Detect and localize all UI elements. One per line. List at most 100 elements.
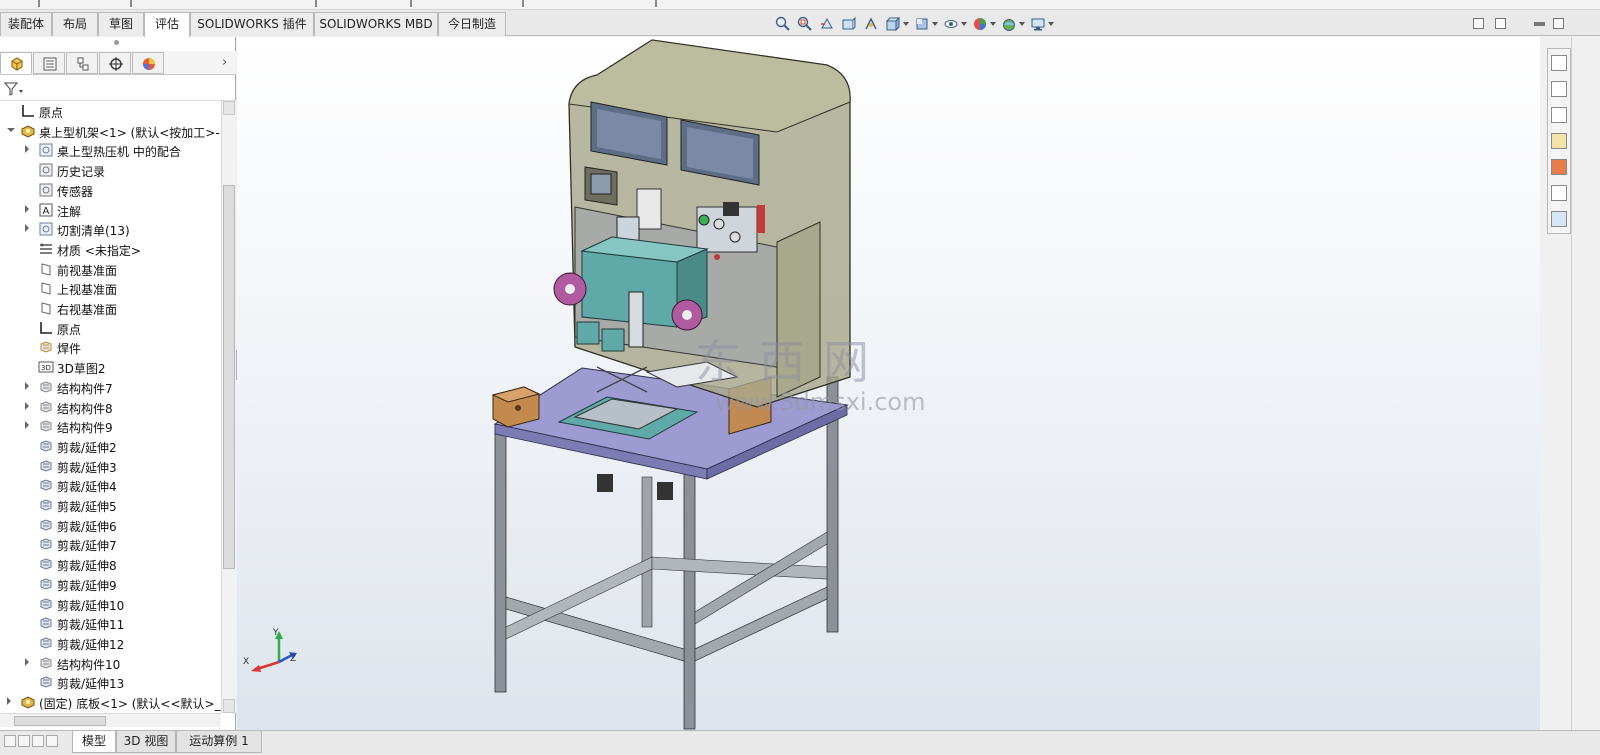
view-orientation-icon[interactable] xyxy=(885,16,901,32)
tree-item[interactable]: 剪裁/延伸7 xyxy=(0,534,221,554)
graphics-area[interactable]: 东西网 www.3dmsxi.com xyxy=(237,37,1540,730)
chevron-right-icon[interactable] xyxy=(25,421,29,430)
tree-item[interactable]: 剪裁/延伸9 xyxy=(0,574,221,594)
tree-item[interactable]: 焊件 xyxy=(0,337,221,357)
chevron-down-icon[interactable] xyxy=(1048,22,1054,26)
panel-grip-icon[interactable] xyxy=(114,40,119,45)
dimxpert-manager-tab[interactable] xyxy=(99,52,131,74)
tree-item[interactable]: 剪裁/延伸6 xyxy=(0,515,221,535)
chevron-right-icon[interactable] xyxy=(7,697,11,705)
display-style-icon[interactable] xyxy=(914,16,930,32)
chevron-right-icon[interactable] xyxy=(25,224,29,233)
chevron-down-icon[interactable] xyxy=(932,22,938,26)
tab-assembly[interactable]: 装配体 xyxy=(0,12,52,36)
edit-appearance-icon[interactable] xyxy=(972,16,988,32)
scroll-thumb[interactable] xyxy=(223,185,235,569)
tree-item[interactable]: 剪裁/延伸5 xyxy=(0,495,221,515)
scroll-up-icon[interactable] xyxy=(223,101,235,115)
tree-item[interactable]: 原点 xyxy=(0,318,221,338)
tab-solidworks-mbd[interactable]: SOLIDWORKS MBD xyxy=(314,12,438,36)
tree-item[interactable]: 剪裁/延伸10 xyxy=(0,594,221,614)
design-library-icon[interactable] xyxy=(1551,81,1567,97)
chevron-down-icon[interactable] xyxy=(903,22,909,26)
next-tab-icon[interactable] xyxy=(32,735,44,747)
tree-item[interactable]: 3D 3D草图2 xyxy=(0,357,221,377)
chevron-right-icon[interactable] xyxy=(25,401,29,410)
tree-item[interactable]: 结构构件9 xyxy=(0,416,221,436)
minimize-icon[interactable] xyxy=(1534,22,1545,26)
file-explorer-icon[interactable] xyxy=(1551,107,1567,123)
last-tab-icon[interactable] xyxy=(46,735,58,747)
hide-show-items-icon[interactable] xyxy=(943,16,959,32)
tile-icon[interactable] xyxy=(1495,18,1506,29)
maximize-icon[interactable] xyxy=(1553,18,1564,29)
tab-3d-views[interactable]: 3D 视图 xyxy=(116,731,176,753)
zoom-to-fit-icon[interactable] xyxy=(775,16,791,32)
tree-item[interactable]: 桌上型热压机 中的配合 xyxy=(0,140,221,160)
chevron-down-icon[interactable] xyxy=(1019,22,1025,26)
chevron-right-icon[interactable] xyxy=(25,657,29,666)
tree-item[interactable]: 剪裁/延伸13 xyxy=(0,672,221,692)
chevron-right-icon[interactable] xyxy=(25,145,29,154)
tab-model[interactable]: 模型 xyxy=(72,731,116,753)
tree-item[interactable]: 原点 xyxy=(0,101,221,121)
custom-properties-icon[interactable] xyxy=(1551,185,1567,201)
forum-icon[interactable] xyxy=(1551,211,1567,227)
tab-solidworks-addins[interactable]: SOLIDWORKS 插件 xyxy=(190,12,314,36)
chevron-right-icon[interactable] xyxy=(25,381,29,390)
tree-item[interactable]: 前视基准面 xyxy=(0,259,221,279)
apply-scene-icon[interactable] xyxy=(1001,16,1017,32)
tree-item[interactable]: 切割清单(13) xyxy=(0,219,221,239)
tree-item[interactable]: 剪裁/延伸3 xyxy=(0,456,221,476)
tree-item[interactable]: 剪裁/延伸8 xyxy=(0,554,221,574)
restore-icon[interactable] xyxy=(1473,18,1484,29)
previous-view-icon[interactable] xyxy=(819,16,835,32)
tree-item[interactable]: 结构构件8 xyxy=(0,397,221,417)
home-icon[interactable] xyxy=(1551,55,1567,71)
tab-motion-study[interactable]: 运动算例 1 xyxy=(176,731,262,753)
view-settings-icon[interactable] xyxy=(1030,16,1046,32)
expand-panel-icon[interactable]: › xyxy=(222,55,227,70)
chevron-right-icon[interactable] xyxy=(25,204,29,213)
tab-evaluate[interactable]: 评估 xyxy=(144,12,190,37)
tree-horizontal-scrollbar[interactable] xyxy=(0,713,221,727)
tree-item[interactable]: 传感器 xyxy=(0,180,221,200)
tree-item[interactable]: 剪裁/延伸12 xyxy=(0,633,221,653)
model-viewport[interactable] xyxy=(237,37,1540,730)
first-tab-icon[interactable] xyxy=(4,735,16,747)
tree-vertical-scrollbar[interactable] xyxy=(221,101,236,713)
filter-icon[interactable] xyxy=(4,81,24,97)
configuration-manager-tab[interactable] xyxy=(66,52,98,74)
tree-item[interactable]: 上视基准面 xyxy=(0,278,221,298)
tree-item[interactable]: A 注解 xyxy=(0,200,221,220)
chevron-down-icon[interactable] xyxy=(961,22,967,26)
scroll-down-icon[interactable] xyxy=(223,699,235,713)
tab-layout[interactable]: 布局 xyxy=(52,12,98,36)
tab-today-manufacturing[interactable]: 今日制造 xyxy=(438,12,506,36)
tree-item[interactable]: 结构构件10 xyxy=(0,653,221,673)
appearances-icon[interactable] xyxy=(1551,159,1567,175)
view-palette-icon[interactable] xyxy=(1551,133,1567,149)
chevron-down-icon[interactable] xyxy=(990,22,996,26)
tree-item-label: 桌上型热压机 中的配合 xyxy=(57,145,181,160)
feature-manager-tab[interactable] xyxy=(0,52,32,74)
display-manager-tab[interactable] xyxy=(132,52,164,74)
tree-item[interactable]: 右视基准面 xyxy=(0,298,221,318)
previous-tab-icon[interactable] xyxy=(18,735,30,747)
zoom-to-area-icon[interactable] xyxy=(797,16,813,32)
tree-item[interactable]: 桌上型机架<1> (默认<按加工>- xyxy=(0,121,221,141)
tree-item[interactable]: 材质 <未指定> xyxy=(0,239,221,259)
tree-item[interactable]: 剪裁/延伸4 xyxy=(0,475,221,495)
tree-item[interactable]: (固定) 底板<1> (默认<<默认>_显 xyxy=(0,692,221,712)
tree-item[interactable]: 历史记录 xyxy=(0,160,221,180)
dynamic-annotation-icon[interactable] xyxy=(863,16,879,32)
property-manager-tab[interactable] xyxy=(33,52,65,74)
section-view-icon[interactable] xyxy=(841,16,857,32)
tree-item[interactable]: 结构构件7 xyxy=(0,377,221,397)
tree-item[interactable]: 剪裁/延伸2 xyxy=(0,436,221,456)
tab-sketch[interactable]: 草图 xyxy=(98,12,144,36)
sketch-3d-icon: 3D xyxy=(38,361,54,373)
tree-item[interactable]: 剪裁/延伸11 xyxy=(0,613,221,633)
scroll-thumb[interactable] xyxy=(14,716,106,726)
chevron-down-icon[interactable] xyxy=(7,127,15,132)
